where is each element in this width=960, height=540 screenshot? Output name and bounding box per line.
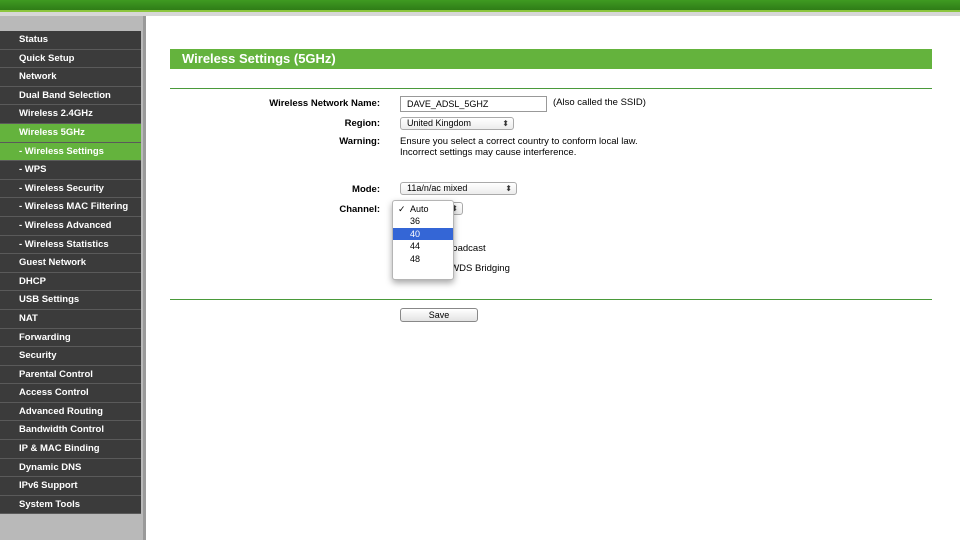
warning-line1: Ensure you select a correct country to c… bbox=[400, 136, 638, 147]
channel-option-label: Auto bbox=[410, 204, 429, 214]
ssid-label: Wireless Network Name: bbox=[269, 98, 380, 109]
region-label: Region: bbox=[344, 118, 380, 129]
channel-option-44[interactable]: 44 bbox=[393, 240, 453, 252]
channel-dropdown-menu: ✓ Auto 36 40 44 48 bbox=[392, 200, 454, 280]
select-arrows-icon: ⬍ bbox=[505, 184, 512, 193]
sidebar-item-bandwidth-control[interactable]: Bandwidth Control bbox=[0, 421, 141, 441]
bottom-divider bbox=[170, 299, 932, 300]
ssid-hint: (Also called the SSID) bbox=[553, 97, 646, 108]
mode-label: Mode: bbox=[352, 184, 380, 195]
warning-label: Warning: bbox=[339, 136, 380, 147]
sidebar-item-system-tools[interactable]: System Tools bbox=[0, 495, 141, 515]
channel-option-36[interactable]: 36 bbox=[393, 215, 453, 227]
region-select-value: United Kingdom bbox=[407, 118, 472, 128]
channel-option-48[interactable]: 48 bbox=[393, 253, 453, 265]
sidebar-item-advanced-routing[interactable]: Advanced Routing bbox=[0, 402, 141, 422]
sidebar-item-wps[interactable]: - WPS bbox=[0, 161, 141, 180]
sidebar-item-access-control[interactable]: Access Control bbox=[0, 384, 141, 403]
page-title: Wireless Settings (5GHz) bbox=[170, 49, 932, 69]
channel-option-label: 48 bbox=[410, 253, 421, 264]
channel-option-label: 44 bbox=[410, 241, 421, 252]
warning-line2: Incorrect settings may cause interferenc… bbox=[400, 147, 577, 158]
sidebar-item-wireless-security[interactable]: - Wireless Security bbox=[0, 179, 141, 199]
sidebar: Status Quick Setup Network Dual Band Select… bbox=[0, 16, 146, 540]
sidebar-item-network[interactable]: Network bbox=[0, 68, 141, 87]
checkmark-icon: ✓ bbox=[398, 204, 406, 214]
sidebar-item-wireless-settings[interactable]: - Wireless Settings bbox=[0, 142, 141, 162]
sidebar-item-wireless-2-4ghz[interactable]: Wireless 2.4GHz bbox=[0, 105, 141, 124]
channel-option-label: 36 bbox=[410, 216, 421, 227]
sidebar-item-dynamic-dns[interactable]: Dynamic DNS bbox=[0, 458, 141, 478]
select-arrows-icon: ⬍ bbox=[502, 119, 509, 128]
channel-option-auto[interactable]: ✓ Auto bbox=[393, 203, 453, 215]
sidebar-item-wireless-mac-filtering[interactable]: - Wireless MAC Filtering bbox=[0, 198, 141, 217]
sidebar-item-wireless-statistics[interactable]: - Wireless Statistics bbox=[0, 235, 141, 255]
channel-option-label: 40 bbox=[410, 228, 421, 239]
sidebar-item-wireless-5ghz[interactable]: Wireless 5GHz bbox=[0, 123, 141, 143]
main-content: Wireless Settings (5GHz) Wireless Networ… bbox=[170, 16, 932, 540]
save-button[interactable]: Save bbox=[400, 308, 478, 322]
channel-label: Channel: bbox=[339, 204, 380, 215]
mode-select[interactable]: 11a/n/ac mixed ⬍ bbox=[400, 182, 517, 195]
ssid-input[interactable]: DAVE_ADSL_5GHZ bbox=[400, 96, 547, 112]
sidebar-item-wireless-advanced[interactable]: - Wireless Advanced bbox=[0, 216, 141, 236]
sidebar-item-dual-band-selection[interactable]: Dual Band Selection bbox=[0, 86, 141, 106]
sidebar-item-parental-control[interactable]: Parental Control bbox=[0, 365, 141, 385]
sidebar-item-usb-settings[interactable]: USB Settings bbox=[0, 291, 141, 310]
mode-select-value: 11a/n/ac mixed bbox=[407, 183, 468, 193]
sidebar-item-ip-mac-binding[interactable]: IP & MAC Binding bbox=[0, 440, 141, 459]
sidebar-menu: Status Quick Setup Network Dual Band Select… bbox=[0, 31, 141, 515]
top-banner bbox=[0, 0, 960, 12]
sidebar-item-nat[interactable]: NAT bbox=[0, 309, 141, 329]
sidebar-item-ipv6-support[interactable]: IPv6 Support bbox=[0, 477, 141, 496]
sidebar-item-guest-network[interactable]: Guest Network bbox=[0, 254, 141, 273]
sidebar-item-quick-setup[interactable]: Quick Setup bbox=[0, 49, 141, 69]
region-select[interactable]: United Kingdom ⬍ bbox=[400, 117, 514, 130]
top-divider bbox=[170, 88, 932, 89]
sidebar-item-forwarding[interactable]: Forwarding bbox=[0, 328, 141, 348]
sidebar-item-status[interactable]: Status bbox=[0, 31, 141, 50]
channel-option-40[interactable]: 40 bbox=[393, 227, 453, 241]
sidebar-item-dhcp[interactable]: DHCP bbox=[0, 272, 141, 292]
sidebar-item-security[interactable]: Security bbox=[0, 347, 141, 366]
